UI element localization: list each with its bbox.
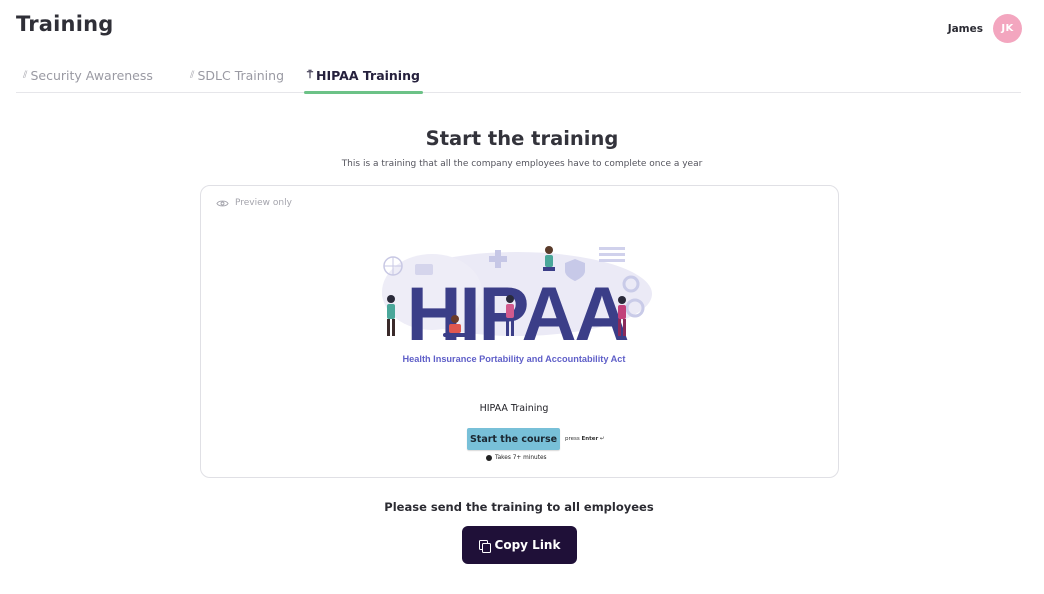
tab-hipaa-training[interactable]: ⍑ HIPAA Training [304, 68, 423, 94]
duration-text: Takes 7+ minutes [495, 455, 547, 461]
copy-link-label: Copy Link [494, 538, 561, 552]
enter-icon: ↵ [600, 436, 605, 442]
training-preview-card: Preview only HIPAA Health Insurance Port… [200, 185, 839, 478]
press-enter-hint: press Enter ↵ [565, 436, 605, 442]
share-instructions: Please send the training to all employee… [384, 500, 654, 514]
avatar[interactable]: JK [993, 14, 1022, 43]
press-key: Enter [581, 436, 599, 442]
training-tabs: ⫽ Security Awareness ⫽ SDLC Training ⍑ H… [16, 62, 1021, 94]
chart-icon: ⫽ [190, 70, 195, 81]
tab-label: HIPAA Training [316, 68, 420, 83]
tab-label: SDLC Training [197, 68, 285, 83]
chart-icon: ⫽ [23, 70, 28, 81]
copy-link-button[interactable]: Copy Link [462, 526, 577, 564]
eye-icon [216, 200, 229, 206]
person-figure [387, 295, 395, 336]
preview-label-text: Preview only [235, 198, 292, 208]
start-course-row: Start the course press Enter ↵ [467, 428, 605, 450]
tab-label: Security Awareness [30, 68, 153, 83]
course-title: HIPAA Training [201, 403, 827, 414]
pin-icon: ⍑ [307, 70, 314, 81]
press-prefix: press [565, 436, 580, 442]
page-title: Training [16, 12, 114, 36]
duration-info: Takes 7+ minutes [486, 455, 547, 461]
hipaa-banner-illustration: HIPAA Health Insurance Portability and A… [382, 246, 652, 364]
copy-icon [478, 539, 491, 553]
training-subtitle: This is a training that all the company … [341, 159, 703, 169]
hipaa-word: HIPAA [407, 272, 628, 357]
user-menu[interactable]: James JK [948, 14, 1022, 43]
course-title-text: HIPAA Training [479, 403, 549, 414]
tab-sdlc-training[interactable]: ⫽ SDLC Training [190, 68, 284, 93]
clock-icon [486, 455, 492, 461]
hipaa-caption: Health Insurance Portability and Account… [403, 354, 626, 364]
user-name: James [947, 22, 983, 35]
training-title: Start the training [425, 127, 619, 150]
preview-label: Preview only [216, 198, 292, 208]
start-course-button[interactable]: Start the course [467, 428, 560, 450]
tab-security-awareness[interactable]: ⫽ Security Awareness [23, 68, 153, 93]
